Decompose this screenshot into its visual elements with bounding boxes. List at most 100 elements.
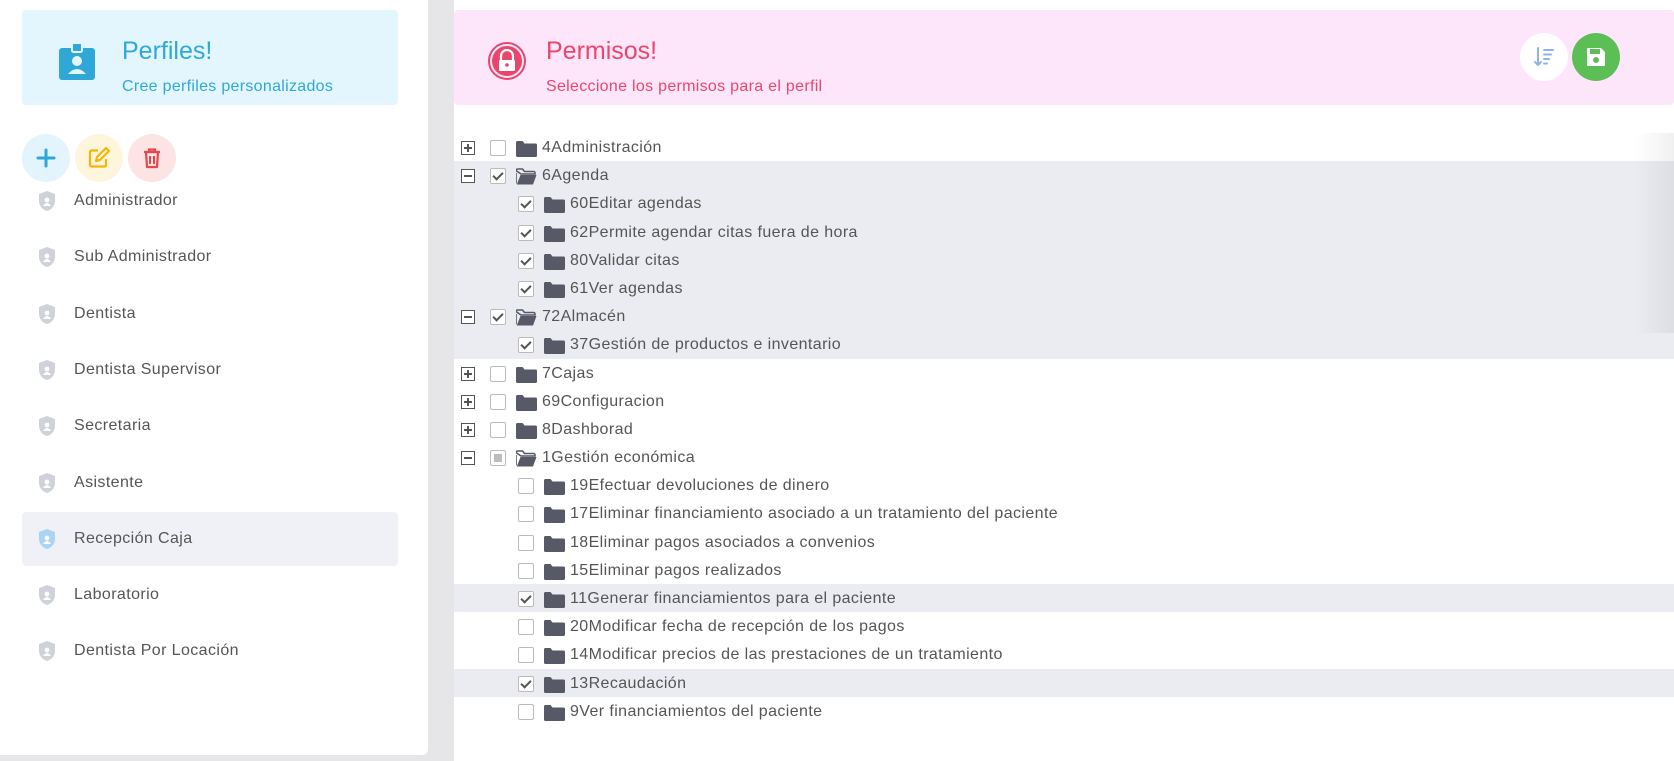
node-label: 19Efectuar devoluciones de dinero [570, 477, 830, 495]
node-checkbox[interactable] [518, 675, 534, 692]
node-label: 17Eliminar financiamiento asociado a un … [570, 505, 1059, 523]
node-label: 72Almacén [542, 308, 626, 326]
node-checkbox[interactable] [490, 140, 506, 156]
profile-item-label: Dentista Por Locación [74, 642, 239, 660]
permissions-tree: 4Administración 6Agenda 60Editar agendas 62… [454, 133, 1674, 725]
profile-item[interactable]: Dentista Por Locación [22, 624, 398, 678]
profile-item[interactable]: Dentista Supervisor [22, 343, 398, 397]
tree-node[interactable]: 13Recaudación [454, 668, 1674, 697]
node-label: 15Eliminar pagos realizados [570, 561, 782, 579]
tree-node[interactable]: 17Eliminar financiamiento asociado a un … [454, 499, 1674, 527]
node-checkbox[interactable] [518, 337, 534, 354]
profile-item[interactable]: Sub Administrador [22, 230, 398, 284]
folder-icon [544, 676, 565, 693]
collapse-icon[interactable] [461, 451, 475, 466]
profiles-title: Perfiles! [122, 37, 213, 65]
node-checkbox[interactable] [518, 252, 534, 269]
node-label: 62Permite agendar citas fuera de hora [570, 223, 858, 241]
profiles-panel: Perfiles! Cree perfiles personalizados A… [0, 0, 428, 755]
folder-open-icon [516, 168, 537, 185]
node-checkbox[interactable] [518, 478, 534, 495]
node-checkbox[interactable] [490, 168, 506, 185]
node-checkbox[interactable] [518, 591, 534, 607]
tree-node[interactable]: 37Gestión de productos e inventario [454, 330, 1674, 359]
tree-node[interactable]: 9Ver financiamientos del paciente [454, 697, 1674, 725]
sort-icon [1534, 47, 1554, 66]
node-checkbox[interactable] [518, 224, 534, 241]
profile-item[interactable]: Asistente [22, 456, 398, 510]
folder-icon [544, 479, 565, 496]
tree-node[interactable]: 69Configuracion [454, 387, 1674, 415]
lock-icon [488, 42, 526, 80]
profile-item-label: Secretaria [74, 417, 151, 435]
node-checkbox[interactable] [518, 619, 534, 636]
expand-icon[interactable] [461, 422, 475, 437]
node-checkbox[interactable] [518, 534, 534, 551]
folder-icon [544, 225, 565, 242]
profile-item[interactable]: Secretaria [22, 399, 398, 453]
folder-icon [544, 704, 565, 721]
node-checkbox[interactable] [490, 309, 506, 326]
profile-item[interactable]: Laboratorio [22, 568, 398, 622]
node-checkbox[interactable] [490, 393, 506, 410]
profile-item[interactable]: Administrador [22, 174, 398, 228]
tree-node[interactable]: 8Dashborad [454, 415, 1674, 443]
tree-node[interactable]: 11Generar financiamientos para el pacien… [454, 584, 1674, 613]
node-label: 8Dashborad [542, 420, 634, 438]
profile-item[interactable]: Dentista [22, 287, 398, 341]
node-checkbox[interactable] [518, 280, 534, 297]
tree-node[interactable]: 62Permite agendar citas fuera de hora [454, 217, 1674, 246]
profiles-subtitle: Cree perfiles personalizados [122, 78, 334, 95]
expand-icon[interactable] [461, 366, 475, 381]
profile-item[interactable]: Recepción Caja [22, 511, 398, 566]
node-checkbox[interactable] [518, 703, 534, 720]
tree-node[interactable]: 14Modificar precios de las prestaciones … [454, 640, 1674, 668]
permissions-subtitle: Seleccione los permisos para el perfil [546, 78, 823, 95]
node-checkbox[interactable] [490, 421, 506, 438]
node-checkbox[interactable] [518, 506, 534, 523]
folder-icon [544, 197, 565, 214]
edit-icon [88, 146, 111, 168]
profiles-header: Perfiles! Cree perfiles personalizados [22, 10, 398, 105]
expand-icon[interactable] [461, 141, 475, 155]
collapse-icon[interactable] [461, 169, 475, 184]
sort-button[interactable] [1520, 33, 1568, 81]
expand-icon[interactable] [461, 394, 475, 409]
folder-icon [544, 592, 565, 608]
tree-node[interactable]: 15Eliminar pagos realizados [454, 556, 1674, 584]
node-checkbox[interactable] [518, 196, 534, 213]
node-checkbox[interactable] [518, 647, 534, 664]
user-shield-icon [39, 585, 55, 606]
node-checkbox[interactable] [518, 562, 534, 579]
tree-node[interactable]: 60Editar agendas [454, 189, 1674, 218]
profile-item-label: Asistente [74, 473, 144, 491]
profile-item-label: Dentista [74, 304, 136, 322]
tree-node[interactable]: 6Agenda [454, 161, 1674, 190]
tree-node[interactable]: 19Efectuar devoluciones de dinero [454, 471, 1674, 499]
tree-node[interactable]: 72Almacén [454, 302, 1674, 331]
tree-node[interactable]: 80Validar citas [454, 245, 1674, 274]
node-checkbox[interactable] [490, 365, 506, 382]
profile-item-label: Laboratorio [74, 586, 160, 604]
user-shield-icon [39, 416, 55, 437]
node-label: 60Editar agendas [570, 195, 702, 213]
tree-node[interactable]: 20Modificar fecha de recepción de los pa… [454, 612, 1674, 640]
node-checkbox[interactable] [490, 450, 506, 467]
save-button[interactable] [1572, 33, 1620, 81]
tree-node[interactable]: 18Eliminar pagos asociados a convenios [454, 528, 1674, 556]
node-label: 1Gestión económica [542, 449, 696, 467]
folder-icon [516, 422, 537, 439]
user-shield-icon [39, 191, 55, 211]
collapse-icon[interactable] [461, 310, 475, 325]
node-label: 14Modificar precios de las prestaciones … [570, 646, 1003, 664]
tree-node[interactable]: 1Gestión económica [454, 443, 1674, 471]
node-label: 61Ver agendas [570, 279, 683, 297]
tree-node[interactable]: 4Administración [454, 133, 1674, 161]
node-label: 20Modificar fecha de recepción de los pa… [570, 618, 905, 636]
user-shield-icon [39, 359, 55, 380]
folder-open-icon [516, 450, 537, 467]
folder-icon [516, 394, 537, 411]
tree-node[interactable]: 61Ver agendas [454, 273, 1674, 303]
node-label: 13Recaudación [570, 674, 687, 692]
tree-node[interactable]: 7Cajas [454, 359, 1674, 387]
